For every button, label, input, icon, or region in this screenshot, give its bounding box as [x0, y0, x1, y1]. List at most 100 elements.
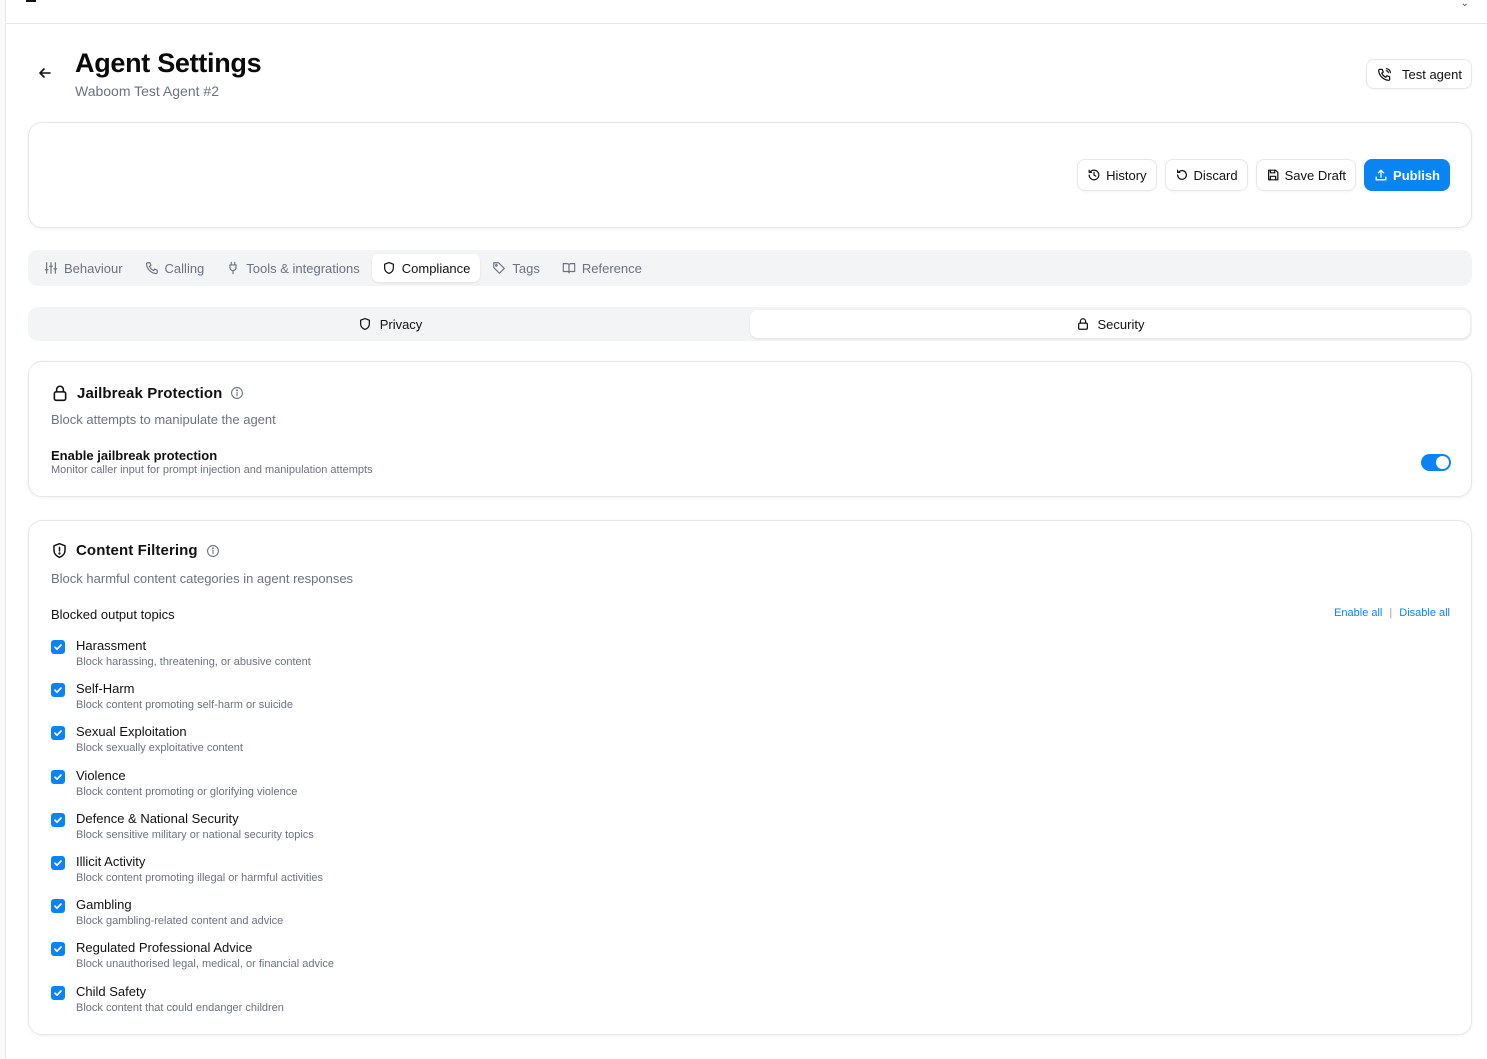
topic-label: Violence: [76, 767, 126, 783]
tab-tags[interactable]: Tags: [482, 254, 549, 282]
topic-row[interactable]: Harassment Block harassing, threatening, …: [51, 638, 311, 669]
topic-text: Violence Block content promoting or glori…: [76, 768, 297, 799]
save-draft-button[interactable]: Save Draft: [1255, 159, 1357, 191]
check-icon: [54, 946, 62, 953]
topic-label: Child Safety: [76, 983, 147, 999]
arrow-left-icon: [39, 68, 51, 78]
save-icon: [1267, 169, 1279, 181]
topic-text: Gambling Block gambling-related content a…: [76, 897, 283, 928]
action-card: History Discard Save Draft Publish: [28, 122, 1472, 228]
topic-checkbox[interactable]: [51, 899, 65, 914]
check-icon: [54, 687, 62, 694]
jailbreak-description: Block attempts to manipulate the agent: [51, 412, 276, 427]
history-icon: [1088, 169, 1100, 181]
history-button[interactable]: History: [1077, 159, 1157, 191]
topic-row[interactable]: Regulated Professional Advice Block unaut…: [51, 940, 334, 971]
test-agent-button[interactable]: Test agent: [1366, 59, 1472, 89]
discard-label: Discard: [1193, 167, 1238, 183]
topic-checkbox[interactable]: [51, 942, 65, 957]
topic-checkbox[interactable]: [51, 726, 65, 741]
back-button[interactable]: [34, 62, 56, 84]
topic-description: Block content promoting or glorifying vi…: [76, 785, 298, 798]
topic-checkbox[interactable]: [51, 683, 65, 698]
toggle-knob: [1436, 456, 1449, 469]
disable-all-link[interactable]: Disable all: [1399, 607, 1450, 619]
upload-icon: [1375, 169, 1387, 181]
topic-checkbox[interactable]: [51, 985, 65, 1000]
chevron-down-icon[interactable]: ⌄: [1461, 0, 1469, 9]
check-icon: [54, 730, 62, 737]
jailbreak-header: Jailbreak Protection: [51, 384, 244, 402]
publish-label: Publish: [1393, 167, 1440, 183]
topic-checkbox[interactable]: [51, 812, 65, 827]
jailbreak-protection-card: Jailbreak Protection Block attempts to m…: [28, 361, 1472, 497]
shield-alert-icon: [53, 542, 66, 559]
plug-icon: [229, 261, 237, 275]
topic-checkbox[interactable]: [51, 769, 65, 784]
topic-description: Block unauthorised legal, medical, or fi…: [76, 958, 335, 971]
check-icon: [54, 860, 62, 867]
subtab-privacy[interactable]: Privacy: [30, 310, 750, 338]
topic-row[interactable]: Illicit Activity Block content promoting …: [51, 854, 323, 885]
info-icon[interactable]: [230, 386, 244, 400]
topic-label: Self-Harm: [76, 681, 135, 697]
topic-row[interactable]: Sexual Exploitation Block sexually exploi…: [51, 724, 243, 755]
check-icon: [54, 816, 62, 823]
topic-text: Child Safety Block content that could end…: [76, 984, 284, 1015]
topic-description: Block sensitive military or national sec…: [76, 828, 314, 841]
jailbreak-toggle[interactable]: [1421, 454, 1451, 471]
publish-button[interactable]: Publish: [1364, 159, 1450, 191]
topic-row[interactable]: Gambling Block gambling-related content a…: [51, 897, 283, 928]
jailbreak-toggle-label: Enable jailbreak protection: [51, 448, 218, 463]
topic-text: Harassment Block harassing, threatening, …: [76, 638, 311, 669]
compliance-subtabs: Privacy Security: [28, 307, 1472, 341]
test-agent-label: Test agent: [1402, 66, 1462, 82]
topic-label: Sexual Exploitation: [76, 724, 187, 740]
tab-compliance[interactable]: Compliance: [371, 254, 481, 282]
topic-checkbox[interactable]: [51, 640, 65, 654]
info-icon[interactable]: [206, 544, 220, 558]
content-filtering-card: Content Filtering Block harmful content …: [28, 520, 1472, 1035]
lock-icon: [1077, 318, 1088, 330]
settings-tabs: Behaviour Calling Tools & integrations C…: [28, 250, 1472, 286]
topic-text: Illicit Activity Block content promoting …: [76, 854, 323, 885]
save-draft-label: Save Draft: [1284, 167, 1347, 183]
subtab-label: Privacy: [379, 316, 423, 332]
topic-description: Block content promoting illegal or harmf…: [76, 872, 324, 884]
topic-row[interactable]: Violence Block content promoting or glori…: [51, 768, 297, 799]
undo-icon: [1176, 169, 1187, 180]
topic-description: Block content that could endanger childr…: [76, 1001, 284, 1014]
page-header: Agent Settings Waboom Test Agent #2 Test…: [28, 40, 1472, 110]
topic-label: Gambling: [76, 897, 132, 913]
tab-label: Compliance: [401, 260, 471, 276]
shield-icon: [383, 261, 394, 275]
phone-ring-icon: [1378, 67, 1391, 81]
phone-icon: [145, 262, 158, 275]
topic-row[interactable]: Defence & National Security Block sensiti…: [51, 811, 314, 842]
topic-row[interactable]: Child Safety Block content that could end…: [51, 984, 284, 1015]
topic-description: Block sexually exploitative content: [76, 742, 243, 755]
content-filtering-description: Block harmful content categories in agen…: [51, 571, 354, 586]
topic-label: Harassment: [76, 638, 147, 653]
sliders-icon: [44, 262, 58, 274]
page-subtitle: Waboom Test Agent #2: [75, 83, 219, 99]
tab-calling[interactable]: Calling: [135, 254, 215, 282]
discard-button[interactable]: Discard: [1164, 159, 1248, 191]
check-icon: [54, 903, 62, 910]
action-toolbar: History Discard Save Draft Publish: [1077, 159, 1450, 191]
page-title: Agent Settings: [75, 48, 262, 78]
history-label: History: [1106, 167, 1147, 183]
top-strip: ⌄: [6, 0, 1487, 24]
content-filtering-header: Content Filtering: [51, 542, 220, 559]
check-icon: [54, 773, 62, 780]
enable-all-link[interactable]: Enable all: [1334, 607, 1382, 619]
topic-row[interactable]: Self-Harm Block content promoting self-ha…: [51, 681, 293, 712]
tab-tools-integrations[interactable]: Tools & integrations: [216, 254, 369, 282]
menu-mark: [26, 0, 36, 2]
lock-icon: [53, 385, 67, 402]
tab-reference[interactable]: Reference: [552, 254, 652, 282]
subtab-label: Security: [1097, 316, 1145, 332]
tab-behaviour[interactable]: Behaviour: [34, 254, 133, 282]
subtab-security[interactable]: Security: [750, 310, 1470, 338]
topic-checkbox[interactable]: [51, 856, 65, 870]
